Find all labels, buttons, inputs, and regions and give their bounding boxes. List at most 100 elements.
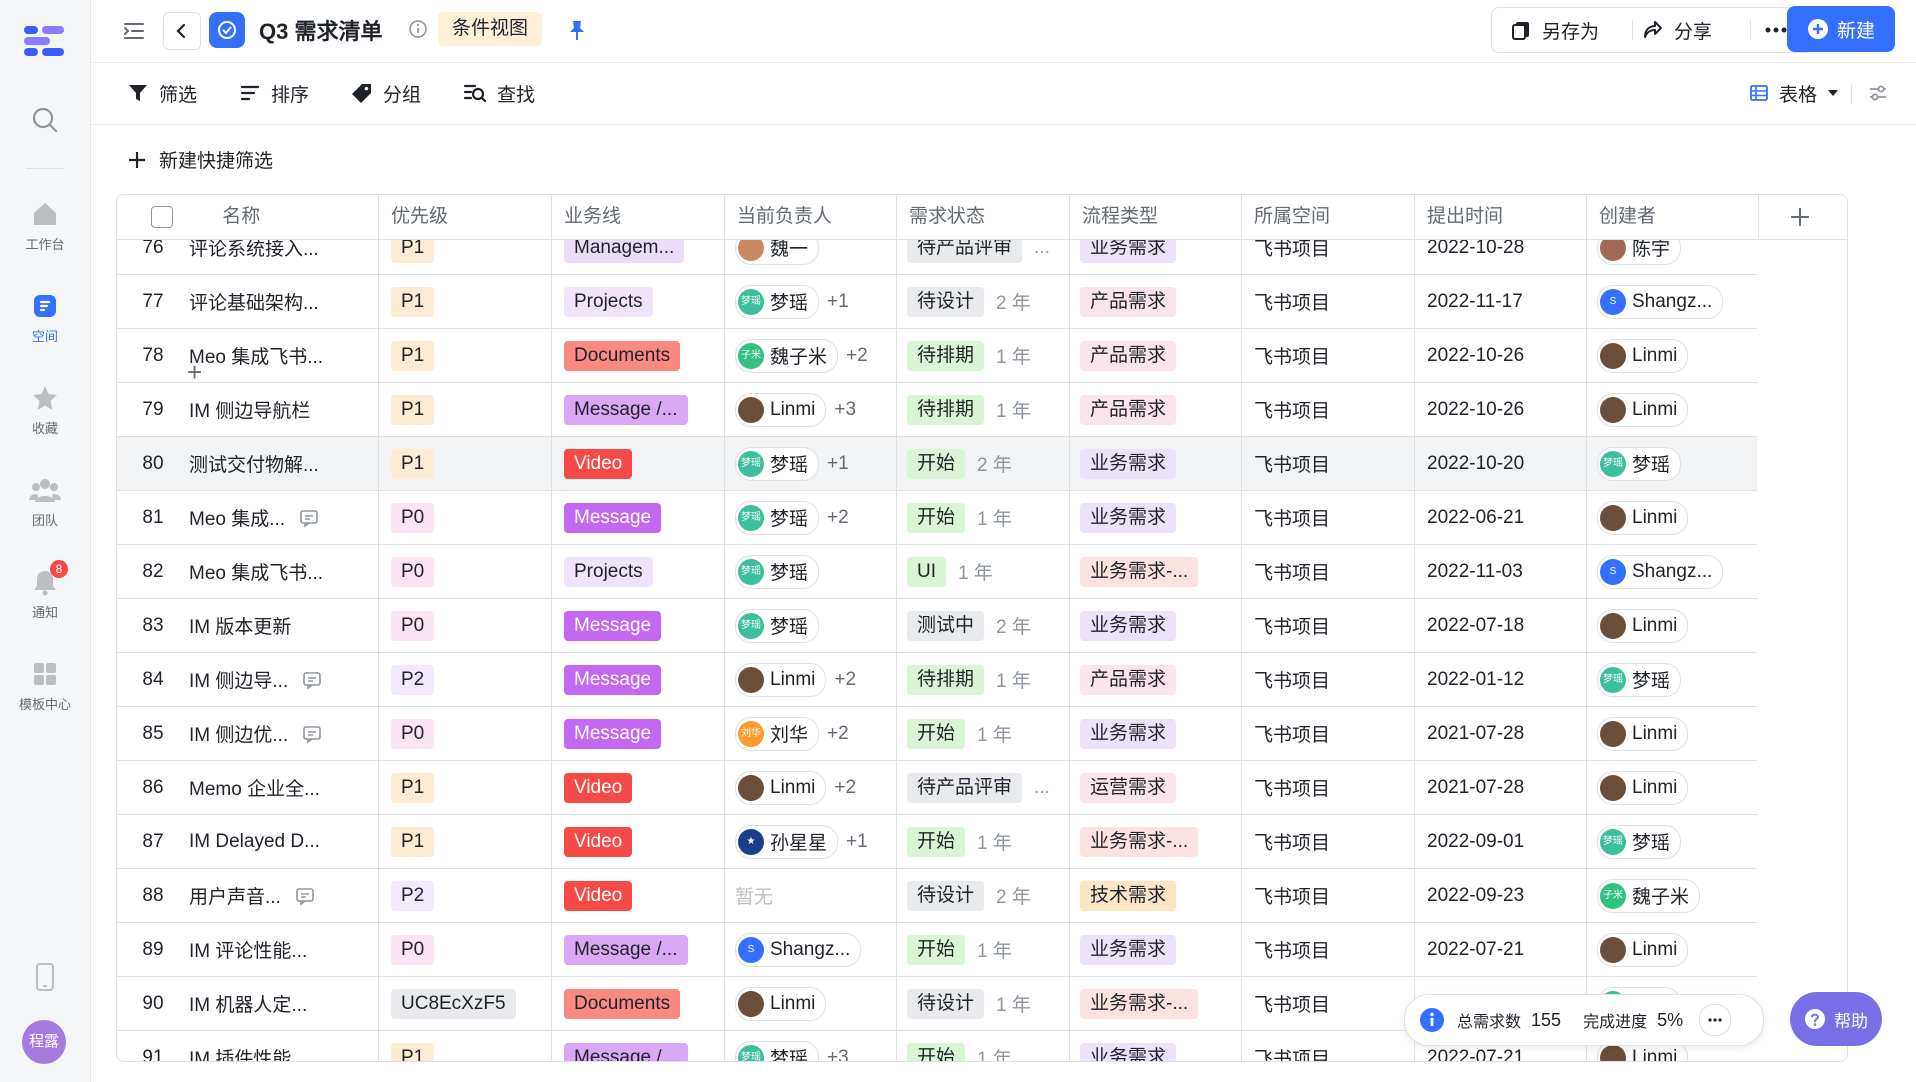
column-header[interactable]: 需求状态: [897, 195, 1070, 239]
comment-icon[interactable]: [302, 724, 322, 744]
owner-more-count[interactable]: +1: [827, 453, 849, 475]
filter-button[interactable]: 筛选: [127, 62, 197, 124]
table-row[interactable]: 79 IM 侧边导航栏 P1 Message /... Linmi +3 待排期 1 年 产品需…: [117, 383, 1757, 437]
select-all-checkbox[interactable]: [151, 205, 173, 228]
cell-line[interactable]: Projects: [552, 275, 725, 328]
cell-line[interactable]: Message /...: [552, 383, 725, 436]
cell-flow[interactable]: 产品需求: [1070, 275, 1242, 328]
cell-date[interactable]: 2022-10-20: [1415, 437, 1587, 490]
table-row[interactable]: 84 IM 侧边导... P2 Message Linmi +2 待排期 1 年 产品需求 飞书项…: [117, 653, 1757, 707]
cell-line[interactable]: Message /...: [552, 923, 725, 976]
cell-status[interactable]: 开始 1 年: [897, 815, 1070, 868]
person-chip[interactable]: Linmi: [1597, 338, 1689, 373]
column-header[interactable]: 流程类型: [1070, 195, 1242, 239]
cell-creator[interactable]: Linmi: [1587, 761, 1759, 814]
cell-space[interactable]: 飞书项目: [1242, 599, 1415, 652]
rail-item-workbench[interactable]: 工作台: [0, 200, 90, 253]
cell-status[interactable]: 待排期 1 年: [897, 383, 1070, 436]
cell-owner[interactable]: 梦瑶 梦瑶 +3: [725, 1031, 897, 1061]
cell-space[interactable]: 飞书项目: [1242, 275, 1415, 328]
cell-owner[interactable]: 梦瑶 梦瑶 +2: [725, 491, 897, 544]
person-chip[interactable]: Linmi: [1597, 932, 1689, 967]
cell-flow[interactable]: 业务需求: [1070, 599, 1242, 652]
cell-flow[interactable]: 产品需求: [1070, 653, 1242, 706]
person-chip[interactable]: 子米 魏子米: [1597, 878, 1701, 913]
user-avatar[interactable]: 程露: [22, 1020, 66, 1064]
cell-flow[interactable]: 业务需求: [1070, 437, 1242, 490]
cell-flow[interactable]: 技术需求: [1070, 869, 1242, 922]
cell-name[interactable]: Meo 集成飞书...: [189, 329, 379, 382]
cell-status[interactable]: 开始 1 年: [897, 923, 1070, 976]
cell-creator[interactable]: 子米 魏子米: [1587, 869, 1759, 922]
cell-creator[interactable]: 梦瑶梦瑶: [1587, 653, 1759, 706]
cell-name[interactable]: Meo 集成...: [189, 491, 379, 544]
cell-line[interactable]: Message /...: [552, 1031, 725, 1061]
cell-num[interactable]: 86: [117, 761, 189, 814]
column-header[interactable]: 所属空间: [1242, 195, 1415, 239]
view-name-chip[interactable]: 条件视图: [438, 12, 543, 46]
cell-num[interactable]: 83: [117, 599, 189, 652]
cell-priority[interactable]: UC8EcXzF5: [379, 977, 552, 1030]
app-logo-icon[interactable]: [22, 22, 66, 58]
cell-num[interactable]: 82: [117, 545, 189, 598]
owner-more-count[interactable]: +2: [834, 777, 856, 799]
column-header[interactable]: 提出时间: [1415, 195, 1587, 239]
cell-space[interactable]: 飞书项目: [1242, 1031, 1415, 1061]
cell-date[interactable]: 2022-10-26: [1415, 329, 1587, 382]
cell-flow[interactable]: 业务需求-...: [1070, 977, 1242, 1030]
rail-item-space[interactable]: 空间: [0, 292, 90, 345]
table-row[interactable]: 78 Meo 集成飞书... P1 Documents 子米 魏子米 +2 待排期 1 年 产品需…: [117, 329, 1757, 385]
cell-flow[interactable]: 业务需求: [1070, 491, 1242, 544]
cell-priority[interactable]: P1: [379, 815, 552, 868]
cell-owner[interactable]: Linmi +2: [725, 653, 897, 706]
cell-priority[interactable]: P1: [379, 275, 552, 328]
info-button[interactable]: [405, 16, 431, 42]
cell-date[interactable]: 2021-07-28: [1415, 707, 1587, 760]
person-chip[interactable]: ★ 孙星星: [735, 824, 839, 859]
column-header[interactable]: 创建者: [1587, 195, 1759, 239]
cell-line[interactable]: Documents: [552, 329, 725, 382]
person-chip[interactable]: Linmi: [735, 392, 827, 427]
cell-status[interactable]: 开始 2 年: [897, 437, 1070, 490]
cell-creator[interactable]: Linmi: [1587, 707, 1759, 760]
cell-line[interactable]: Message: [552, 491, 725, 544]
person-chip[interactable]: Linmi: [735, 986, 827, 1021]
cell-space[interactable]: 飞书项目: [1242, 815, 1415, 868]
rail-item-notifications[interactable]: 8 通知: [0, 560, 90, 621]
cell-status[interactable]: 待设计 2 年: [897, 869, 1070, 922]
cell-num[interactable]: 90: [117, 977, 189, 1030]
cell-date[interactable]: 2022-10-26: [1415, 383, 1587, 436]
comment-icon[interactable]: [299, 508, 319, 528]
cell-owner[interactable]: 梦瑶 梦瑶: [725, 545, 897, 598]
add-column-button[interactable]: [1759, 195, 1847, 239]
cell-name[interactable]: IM Delayed D...: [189, 815, 379, 868]
table-row[interactable]: 86 Memo 企业全... P1 Video Linmi +2 待产品评审... 运营需求 飞…: [117, 761, 1757, 815]
cell-date[interactable]: 2022-07-21: [1415, 923, 1587, 976]
table-row[interactable]: 82 Meo 集成飞书... P0 Projects 梦瑶 梦瑶 UI 1 年 业务需求-...…: [117, 545, 1757, 599]
cell-space[interactable]: 飞书项目: [1242, 923, 1415, 976]
cell-space[interactable]: 飞书项目: [1242, 707, 1415, 760]
cell-flow[interactable]: 产品需求: [1070, 329, 1242, 382]
group-button[interactable]: 分组: [351, 62, 421, 124]
column-header[interactable]: 业务线: [552, 195, 725, 239]
person-chip[interactable]: S Shangz...: [1597, 284, 1724, 319]
sort-button[interactable]: 排序: [239, 62, 309, 124]
back-button[interactable]: [163, 12, 201, 50]
cell-status[interactable]: 开始 1 年: [897, 707, 1070, 760]
insert-row-icon[interactable]: +: [187, 359, 202, 385]
person-chip[interactable]: 梦瑶梦瑶: [735, 500, 820, 535]
cell-num[interactable]: 84: [117, 653, 189, 706]
cell-creator[interactable]: 梦瑶梦瑶: [1587, 815, 1759, 868]
person-chip[interactable]: 梦瑶梦瑶: [735, 554, 820, 589]
more-actions-button[interactable]: [1764, 8, 1788, 52]
comment-icon[interactable]: [295, 886, 315, 906]
person-chip[interactable]: 梦瑶梦瑶: [1597, 824, 1682, 859]
cell-status[interactable]: 待排期 1 年: [897, 329, 1070, 382]
cell-num[interactable]: 79: [117, 383, 189, 436]
cell-num[interactable]: 91: [117, 1031, 189, 1062]
cell-name[interactable]: Memo 企业全...: [189, 761, 379, 814]
cell-num[interactable]: 81: [117, 491, 189, 544]
cell-space[interactable]: 飞书项目: [1242, 491, 1415, 544]
cell-line[interactable]: Video: [552, 761, 725, 814]
table-row[interactable]: 89 IM 评论性能... P0 Message /... S Shangz... 开始 1 …: [117, 923, 1757, 977]
